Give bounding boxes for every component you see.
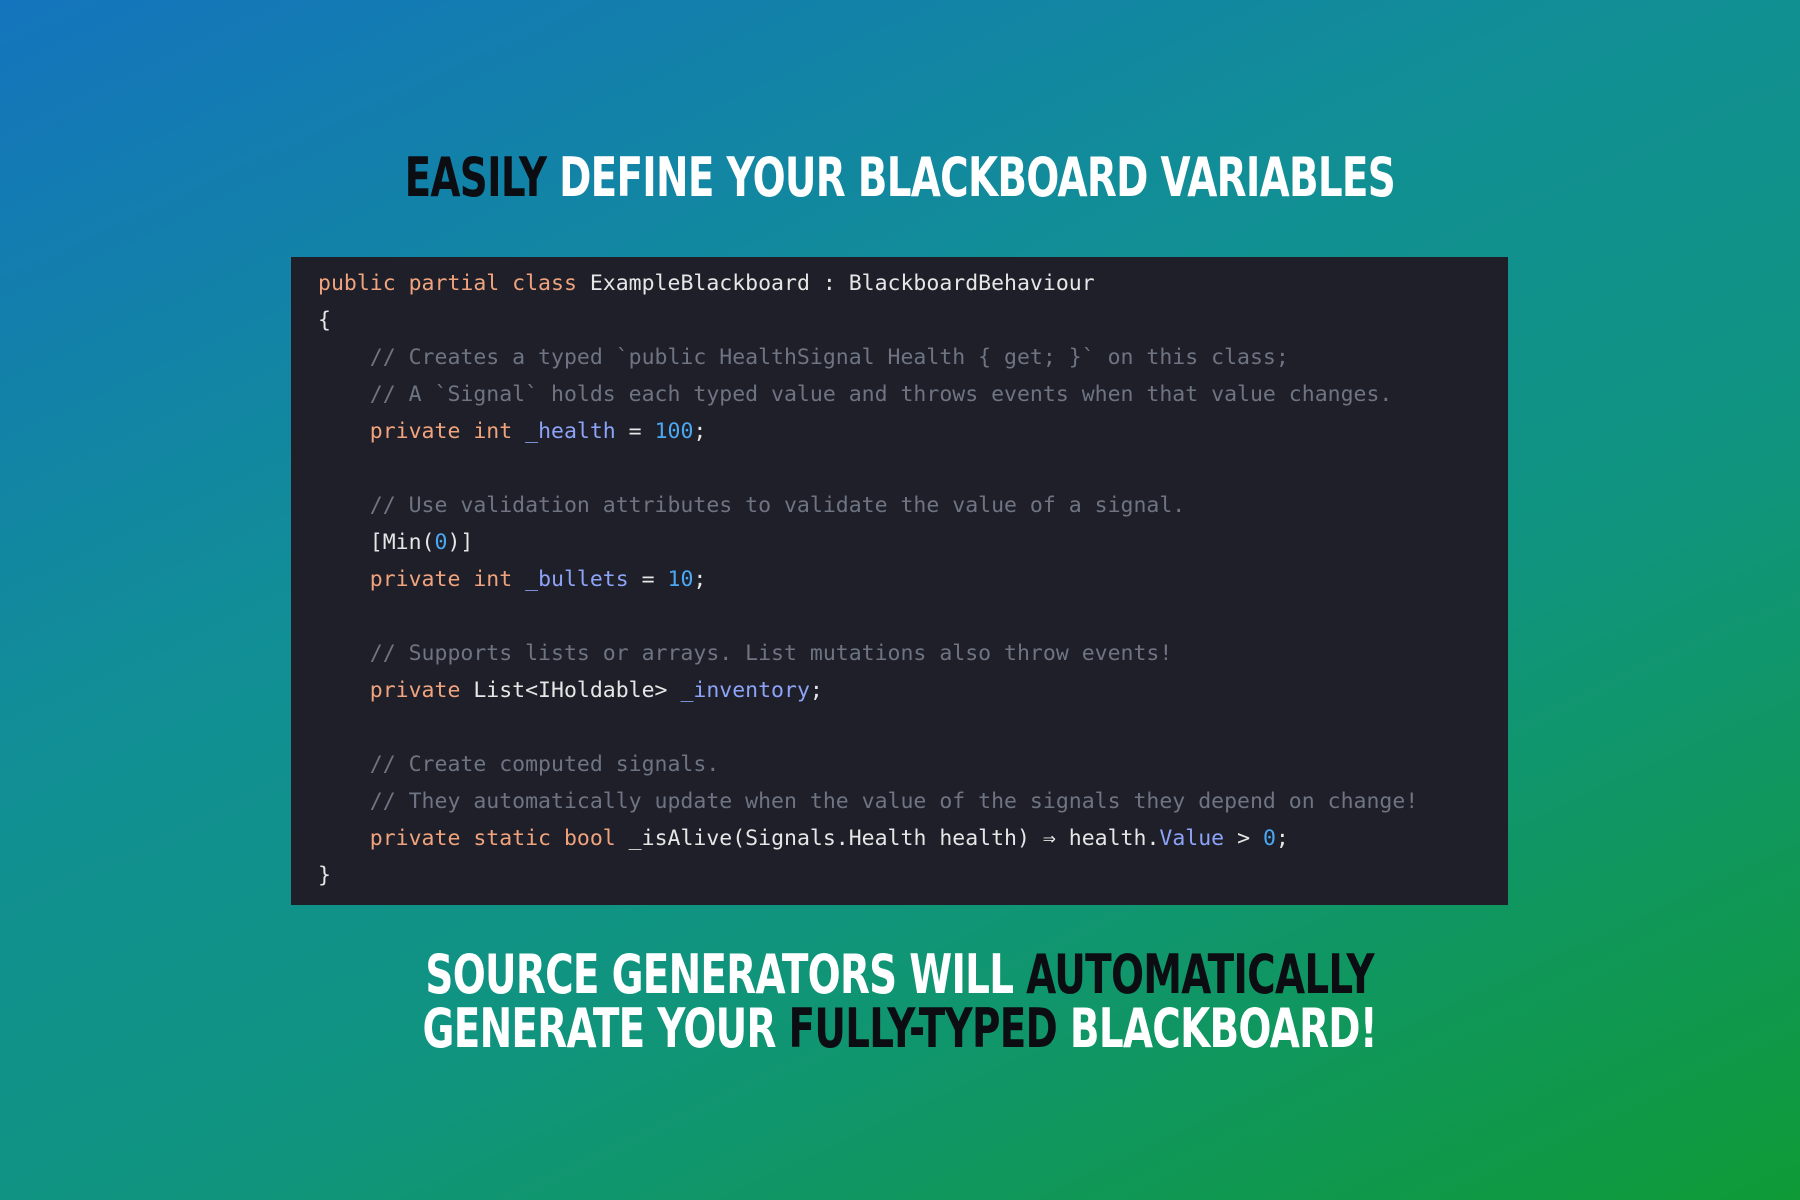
code-keyword: private int	[369, 567, 513, 592]
code-line-8: [Min(0)]	[318, 524, 1508, 561]
footer-line-1: SOURCE GENERATORS WILL AUTOMATICALLY	[0, 948, 1800, 1002]
code-keyword: private int	[369, 419, 513, 444]
code-comment: // A `Signal` holds each typed value and…	[318, 382, 1393, 407]
code-number: 0	[434, 530, 448, 555]
footer-text: GENERATE YOUR	[422, 997, 789, 1060]
code-punct: ;	[693, 419, 707, 444]
code-line-16: private static bool _isAlive(Signals.Hea…	[318, 820, 1508, 857]
code-line-5: private int _health = 100;	[318, 413, 1508, 450]
code-operator: >	[1224, 826, 1263, 851]
code-keyword: private	[369, 678, 461, 703]
footer-emphasis: FULLY-TYPED	[788, 997, 1058, 1060]
code-attribute-end: )]	[447, 530, 474, 555]
code-block: public partial class ExampleBlackboard :…	[291, 257, 1508, 905]
code-field: _inventory	[680, 678, 810, 703]
code-comment: // Create computed signals.	[318, 752, 720, 777]
headline: EASILY DEFINE YOUR BLACKBOARD VARIABLES	[0, 146, 1800, 210]
code-number: 10	[667, 567, 694, 592]
code-text: _isAlive(Signals.Health health) ⇒ health…	[615, 826, 1160, 851]
headline-emphasis: EASILY	[404, 146, 547, 209]
code-comment: // Creates a typed `public HealthSignal …	[318, 345, 1289, 370]
code-text: ExampleBlackboard : BlackboardBehaviour	[576, 271, 1095, 296]
code-comment: // They automatically update when the va…	[318, 789, 1419, 814]
code-attribute: [Min(	[318, 530, 435, 555]
code-comment: // Supports lists or arrays. List mutati…	[318, 641, 1173, 666]
code-type: List<IHoldable>	[460, 678, 681, 703]
code-field: Value	[1159, 826, 1225, 851]
code-number: 0	[1262, 826, 1276, 851]
code-field: _health	[525, 419, 616, 444]
code-line-12: private List<IHoldable> _inventory;	[318, 672, 1508, 709]
footer-text: BLACKBOARD!	[1057, 997, 1378, 1060]
footer-line-2: GENERATE YOUR FULLY-TYPED BLACKBOARD!	[0, 1002, 1800, 1056]
code-line-17: }	[318, 863, 331, 888]
footer-line-1-text: SOURCE GENERATORS WILL AUTOMATICALLY	[426, 948, 1375, 1002]
code-operator: =	[615, 419, 655, 444]
code-line-1: public partial class ExampleBlackboard :…	[318, 265, 1508, 302]
code-keyword: private static bool	[369, 826, 616, 851]
headline-text: EASILY DEFINE YOUR BLACKBOARD VARIABLES	[404, 146, 1396, 210]
code-punct: ;	[693, 567, 707, 592]
code-operator: =	[628, 567, 668, 592]
code-line-2: {	[318, 308, 331, 333]
code-field: _bullets	[525, 567, 629, 592]
code-comment: // Use validation attributes to validate…	[318, 493, 1186, 518]
code-number: 100	[654, 419, 694, 444]
footer-tagline: SOURCE GENERATORS WILL AUTOMATICALLY GEN…	[0, 948, 1800, 1056]
code-punct: ;	[809, 678, 823, 703]
code-line-9: private int _bullets = 10;	[318, 561, 1508, 598]
footer-line-2-text: GENERATE YOUR FULLY-TYPED BLACKBOARD!	[423, 1002, 1378, 1056]
code-punct: ;	[1275, 826, 1289, 851]
code-keyword: public partial class	[318, 271, 577, 296]
headline-rest: DEFINE YOUR BLACKBOARD VARIABLES	[546, 146, 1396, 209]
